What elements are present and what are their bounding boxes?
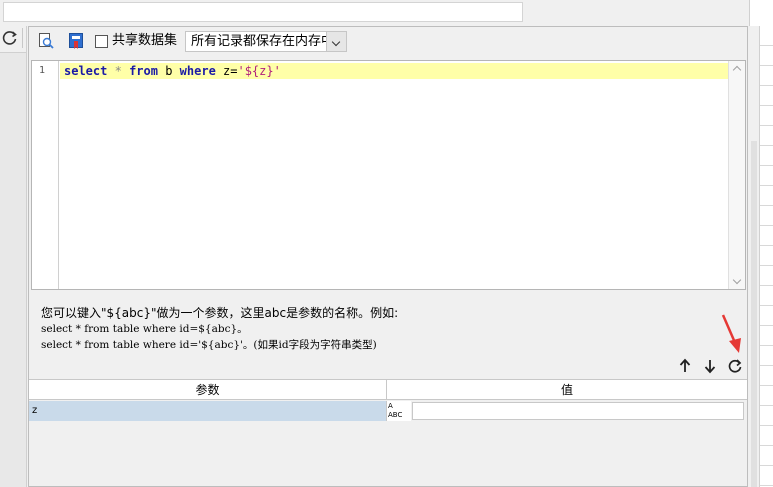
sql-field: z= bbox=[223, 64, 238, 78]
left-panel-body bbox=[0, 52, 26, 487]
table-header: 参数 值 bbox=[29, 380, 747, 400]
memory-mode-select[interactable]: 所有记录都保存在内存中 bbox=[185, 31, 347, 52]
right-top bbox=[749, 0, 773, 26]
type-abc: ABC bbox=[388, 411, 403, 419]
line-number: 1 bbox=[39, 65, 46, 76]
preview-icon[interactable] bbox=[37, 32, 55, 50]
refresh-icon[interactable] bbox=[2, 30, 18, 46]
scroll-down-icon[interactable] bbox=[732, 275, 742, 285]
active-code-line[interactable]: select * from b where z='${z}' bbox=[60, 63, 728, 79]
parameter-help-text: 您可以键入"${abc}"做为一个参数，这里abc是参数的名称。例如: sele… bbox=[41, 305, 398, 353]
share-dataset-label: 共享数据集 bbox=[112, 33, 178, 48]
editor-scrollbar[interactable] bbox=[728, 61, 745, 289]
arrow-up-icon[interactable] bbox=[677, 357, 693, 375]
sql-star: * bbox=[114, 64, 122, 78]
dataset-editor-panel: 共享数据集 所有记录都保存在内存中 1 select * from b wher… bbox=[28, 26, 748, 487]
help-line: 您可以键入"${abc}"做为一个参数，这里abc是参数的名称。例如: bbox=[41, 306, 399, 320]
arrow-down-icon[interactable] bbox=[702, 357, 718, 375]
sql-keyword: from bbox=[129, 64, 158, 78]
chevron-down-icon[interactable] bbox=[326, 32, 346, 51]
right-grid bbox=[759, 26, 773, 487]
bookmark-icon[interactable] bbox=[67, 32, 85, 50]
right-scrollbar[interactable] bbox=[751, 141, 757, 487]
memory-mode-value: 所有记录都保存在内存中 bbox=[191, 34, 335, 49]
help-line: select * from table where id=${abc}。 bbox=[41, 323, 248, 335]
name-input[interactable] bbox=[3, 2, 523, 22]
toolbar-divider bbox=[22, 28, 23, 48]
param-name-cell[interactable]: z bbox=[29, 401, 387, 421]
share-dataset-checkbox[interactable] bbox=[95, 35, 108, 48]
sql-keyword: where bbox=[179, 64, 216, 78]
sql-keyword: select bbox=[64, 64, 108, 78]
line-gutter: 1 bbox=[32, 61, 59, 289]
param-type-icon[interactable]: A ABC bbox=[387, 401, 411, 421]
refresh-icon[interactable] bbox=[727, 357, 743, 375]
top-bar bbox=[0, 0, 773, 26]
right-edge-panel bbox=[749, 0, 773, 487]
param-value-input[interactable] bbox=[412, 402, 744, 420]
sql-editor[interactable]: 1 select * from b where z='${z}' bbox=[31, 60, 746, 290]
param-actions bbox=[677, 357, 747, 377]
left-panel bbox=[0, 26, 27, 487]
annotation-arrow-icon bbox=[721, 314, 741, 353]
column-header-param[interactable]: 参数 bbox=[29, 380, 387, 400]
table-row[interactable]: z A ABC bbox=[29, 401, 747, 421]
column-header-value[interactable]: 值 bbox=[387, 380, 747, 400]
sql-table: b bbox=[165, 64, 173, 78]
help-line: select * from table where id='${abc}'。(如… bbox=[41, 339, 377, 351]
sql-code[interactable]: select * from b where z='${z}' bbox=[64, 63, 281, 79]
parameters-table: 参数 值 z A ABC bbox=[29, 379, 747, 486]
type-letter: A bbox=[388, 402, 393, 410]
scroll-up-icon[interactable] bbox=[732, 65, 742, 75]
editor-toolbar: 共享数据集 所有记录都保存在内存中 bbox=[29, 27, 747, 55]
sql-string: '${z}' bbox=[237, 64, 281, 78]
